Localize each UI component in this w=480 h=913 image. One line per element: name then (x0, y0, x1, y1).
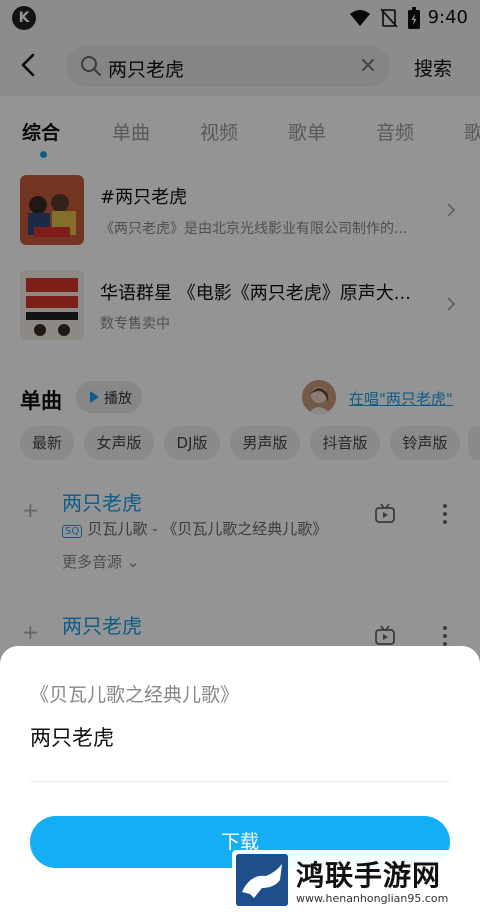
sheet-album-name: 《贝瓦儿歌之经典儿歌》 (30, 684, 240, 706)
divider (30, 781, 450, 782)
watermark-logo-icon (236, 854, 288, 906)
watermark-title: 鸿联手游网 (296, 859, 442, 892)
sheet-song-name: 两只老虎 (30, 726, 114, 750)
watermark-url: www.henanhonglian95.com (296, 892, 449, 905)
